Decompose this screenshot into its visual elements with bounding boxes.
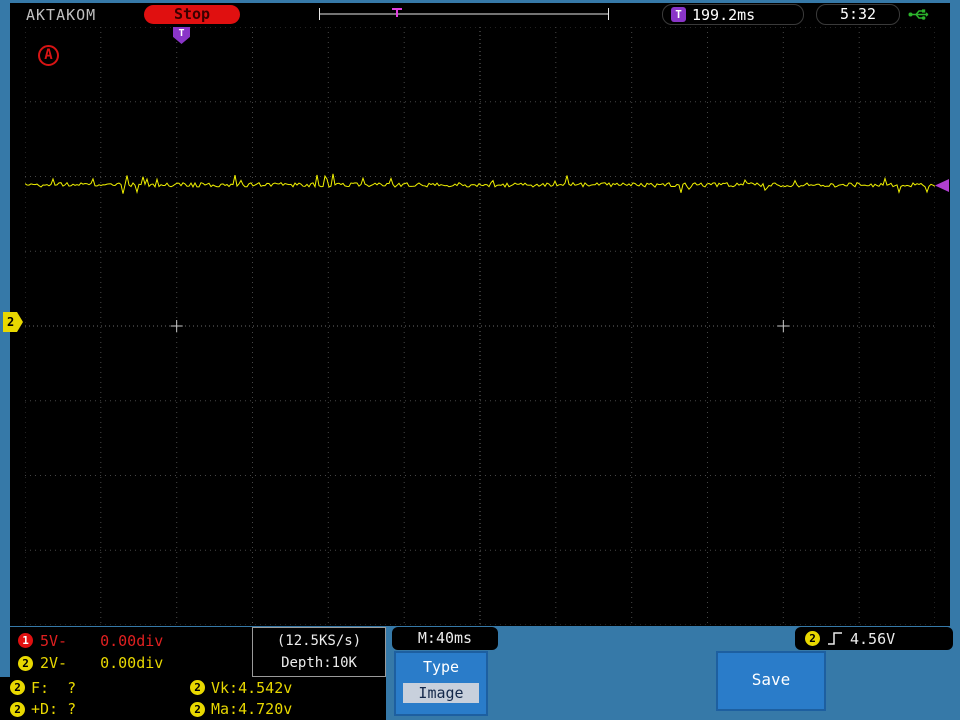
rising-edge-icon <box>828 632 842 645</box>
measurement-text: Ma:4.720v <box>211 700 293 719</box>
measurement-freq: 2 F: ? <box>0 679 180 697</box>
measurements-area: 2 F: ? 2 Vk:4.542v 2 +D: ? 2 Ma:4.720v <box>0 677 386 720</box>
acquisition-box: (12.5KS/s) Depth:10K <box>252 627 386 677</box>
oscilloscope-ui: { "header": { "brand": "AKTAKOM", "run_s… <box>0 0 960 720</box>
trigger-time-value: 199.2ms <box>692 5 756 24</box>
measurement-text: Vk:4.542v <box>211 678 293 697</box>
ch2-icon: 2 <box>18 655 33 671</box>
record-trigger-marker <box>392 8 402 17</box>
brand-label: AKTAKOM <box>26 6 97 24</box>
trigger-icon: T <box>671 7 686 22</box>
menu-type-label: Type <box>422 658 460 676</box>
ch1-icon: 1 <box>18 633 33 649</box>
auto-indicator: A <box>38 45 59 66</box>
meas-ch-icon: 2 <box>190 701 205 717</box>
usb-icon <box>908 9 929 20</box>
ch1-scale: 5V- <box>40 631 68 650</box>
graticule: A T <box>25 27 935 625</box>
menu-panel-type: Type Image <box>394 651 488 716</box>
trigger-level-value: 4.56V <box>850 629 896 648</box>
channel-info-box: 1 5V- 0.00div 2 2V- 0.00div <box>10 627 252 677</box>
measurement-ma: 2 Ma:4.720v <box>180 700 386 718</box>
ch2-row: 2 2V- 0.00div <box>18 654 244 672</box>
clock: 5:32 <box>816 4 900 25</box>
measurement-duty: 2 +D: ? <box>0 700 180 718</box>
memory-depth: Depth:10K <box>281 654 357 671</box>
menu-type-value-image[interactable]: Image <box>403 683 479 703</box>
trigger-info-box: 2 4.56V <box>795 627 953 650</box>
ch2-offset: 0.00div <box>100 654 164 673</box>
ch2-scale: 2V- <box>40 654 68 673</box>
save-button[interactable]: Save <box>716 651 826 711</box>
trigger-channel-icon: 2 <box>805 631 820 646</box>
measurement-text: F: ? <box>31 678 77 697</box>
top-status-bar: AKTAKOM Stop T 199.2ms 5:32 <box>10 3 950 26</box>
meas-ch-icon: 2 <box>10 680 25 696</box>
trigger-time-box: T 199.2ms <box>662 4 804 25</box>
ch1-offset: 0.00div <box>100 631 164 650</box>
meas-ch-icon: 2 <box>10 701 25 717</box>
ch1-row: 1 5V- 0.00div <box>18 632 244 650</box>
meas-ch-icon: 2 <box>190 680 205 696</box>
run-state-badge: Stop <box>144 5 240 24</box>
timebase-box: M:40ms <box>392 627 498 650</box>
measurement-text: +D: ? <box>31 700 77 719</box>
record-position-bar <box>319 8 609 20</box>
sample-rate: (12.5KS/s) <box>276 633 362 650</box>
ch2-trace <box>25 173 935 194</box>
measurement-vk: 2 Vk:4.542v <box>180 679 386 697</box>
